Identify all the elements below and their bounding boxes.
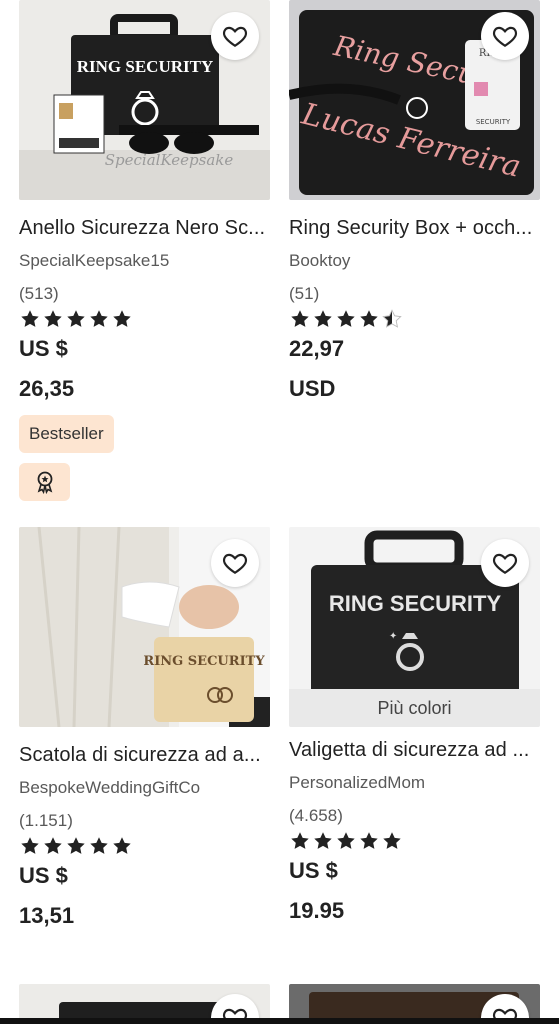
heart-outline-icon xyxy=(492,553,518,575)
heart-outline-icon xyxy=(492,26,518,48)
star-rating xyxy=(289,308,540,330)
bestseller-badge: Bestseller xyxy=(19,415,114,453)
star-icon xyxy=(360,310,378,327)
star-icon xyxy=(291,310,309,327)
product-title[interactable]: Ring Security Box + occh... xyxy=(289,217,540,240)
more-colors-label: Più colori xyxy=(289,689,540,727)
product-image[interactable]: RING SECURITY SpecialKeepsake xyxy=(19,0,270,200)
star-icon xyxy=(21,837,39,854)
star-icon xyxy=(337,310,355,327)
product-card[interactable]: Ring Securi Lucas Ferreira RING SECURITY… xyxy=(289,0,540,402)
star-icon xyxy=(90,837,108,854)
currency-label: US $ xyxy=(19,336,68,361)
review-count: (51) xyxy=(289,284,320,303)
star-icon xyxy=(67,837,85,854)
product-image[interactable]: RING SECURITY ✦ Più colori xyxy=(289,527,540,727)
favorite-button[interactable] xyxy=(211,12,259,60)
star-icon xyxy=(291,832,309,849)
star-rating xyxy=(19,308,270,330)
star-seller-badge xyxy=(19,463,70,501)
price: 19.95 xyxy=(289,898,345,923)
shop-name: PersonalizedMom xyxy=(289,773,426,792)
price: 26,35 xyxy=(19,376,75,401)
svg-text:✦: ✦ xyxy=(389,631,397,642)
shop-name: BespokeWeddingGiftCo xyxy=(19,778,201,797)
review-count: (4.658) xyxy=(289,806,343,825)
svg-text:SpecialKeepsake: SpecialKeepsake xyxy=(105,151,234,169)
product-image[interactable]: RING SECURITY xyxy=(19,527,270,727)
star-icon xyxy=(90,310,108,327)
svg-text:RING SECURITY: RING SECURITY xyxy=(143,654,265,669)
product-image[interactable]: Ring Securi Lucas Ferreira RING SECURITY xyxy=(289,0,540,200)
review-count: (1.151) xyxy=(19,811,73,830)
star-icon xyxy=(67,310,85,327)
price: 22,97 xyxy=(289,336,345,361)
star-icon xyxy=(314,832,332,849)
favorite-button[interactable] xyxy=(211,539,259,587)
heart-outline-icon xyxy=(222,26,248,48)
svg-text:RING SECURITY: RING SECURITY xyxy=(77,57,214,76)
star-icon xyxy=(44,837,62,854)
star-icon xyxy=(113,837,131,854)
price: 13,51 xyxy=(19,903,75,928)
svg-text:SECURITY: SECURITY xyxy=(476,118,511,126)
product-card[interactable]: RING SECURITY SpecialKeepsake Anello Sic… xyxy=(19,0,270,501)
product-title[interactable]: Anello Sicurezza Nero Sc... xyxy=(19,217,270,240)
star-icon xyxy=(382,309,402,328)
star-icon xyxy=(21,310,39,327)
star-icon xyxy=(44,310,62,327)
currency-label: US $ xyxy=(19,863,68,888)
star-rating xyxy=(289,830,540,852)
currency-label: US $ xyxy=(289,858,338,883)
system-nav-bar xyxy=(0,1018,559,1024)
review-count: (513) xyxy=(19,284,59,303)
star-icon xyxy=(383,832,401,849)
product-title[interactable]: Valigetta di sicurezza ad ... xyxy=(289,739,540,762)
product-card[interactable]: RING SECURITY ✦ Più colori Valigetta di … xyxy=(289,527,540,924)
star-icon xyxy=(360,832,378,849)
star-icon xyxy=(113,310,131,327)
shop-name: Booktoy xyxy=(289,251,351,270)
star-rating xyxy=(19,835,270,857)
product-title[interactable]: Scatola di sicurezza ad a... xyxy=(19,744,270,767)
favorite-button[interactable] xyxy=(481,12,529,60)
heart-outline-icon xyxy=(222,553,248,575)
star-icon xyxy=(314,310,332,327)
favorite-button[interactable] xyxy=(481,539,529,587)
svg-text:RING SECURITY: RING SECURITY xyxy=(329,591,502,616)
award-icon xyxy=(37,471,52,494)
star-icon xyxy=(337,832,355,849)
shop-name: SpecialKeepsake15 xyxy=(19,251,170,270)
product-card[interactable]: RING SECURITY Scatola di sicurezza ad a.… xyxy=(19,527,270,929)
currency-label: USD xyxy=(289,376,336,401)
